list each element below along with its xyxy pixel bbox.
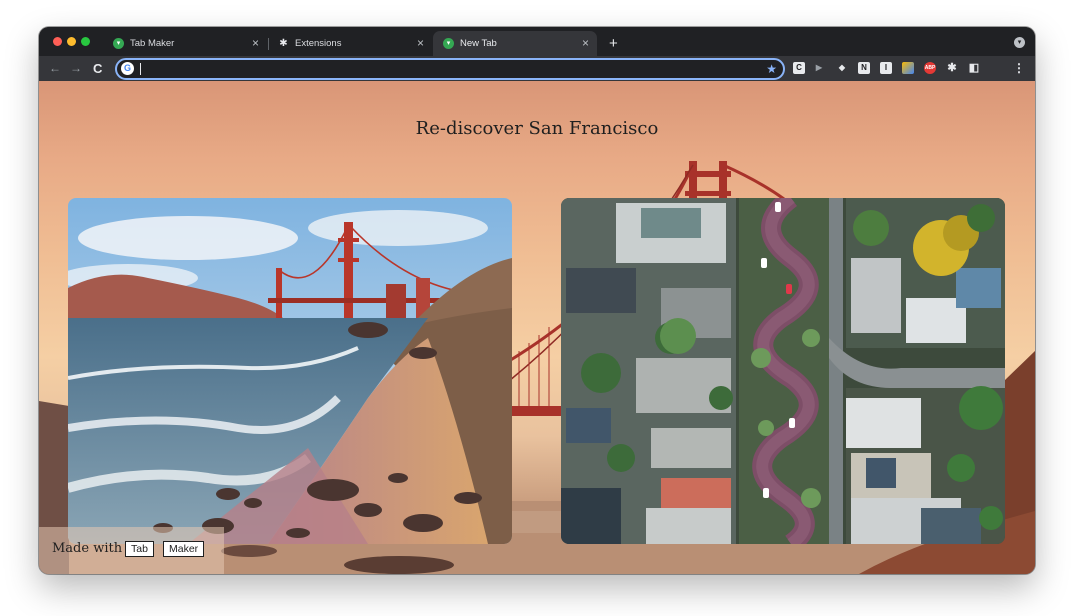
tab-close-icon[interactable]: × — [417, 31, 424, 56]
tab-title: Extensions — [295, 38, 342, 49]
reload-button[interactable]: C — [93, 56, 102, 81]
menu-icon[interactable]: ⋮ — [1013, 62, 1025, 74]
play-extension-icon[interactable]: ▶ — [813, 62, 825, 74]
credit-tab-box[interactable]: Tab — [125, 541, 154, 557]
tab-tab-maker[interactable]: ▾ Tab Maker × — [103, 31, 267, 56]
tab-title: New Tab — [460, 38, 497, 49]
adblock-extension-icon[interactable]: ABP — [924, 62, 936, 74]
sidebar-icon[interactable]: ◧ — [968, 62, 980, 74]
browser-window: ▾ Tab Maker × ✱ Extensions × ▾ New Tab ×… — [39, 27, 1035, 574]
tab-close-icon[interactable]: × — [582, 31, 589, 56]
tab-maker-icon: ▾ — [443, 38, 454, 49]
tab-extensions[interactable]: ✱ Extensions × — [268, 31, 432, 56]
credit-maker-box[interactable]: Maker — [163, 541, 205, 557]
puzzle-icon[interactable]: ✱ — [946, 62, 958, 74]
credit-prefix: Made with — [52, 541, 123, 556]
colorful-extension-icon[interactable] — [902, 62, 914, 74]
google-icon: G — [121, 62, 134, 75]
page-title: Re-discover San Francisco — [415, 118, 659, 139]
minimize-window-button[interactable] — [67, 37, 76, 46]
lombard-street-aerial-photo — [561, 198, 1005, 544]
back-button[interactable]: ← — [49, 56, 61, 81]
text-caret — [140, 63, 141, 75]
new-tab-button[interactable]: + — [609, 31, 618, 56]
bookmark-star-icon[interactable]: ★ — [766, 60, 777, 78]
puzzle-icon: ✱ — [279, 38, 288, 49]
address-bar[interactable]: G ★ — [115, 58, 785, 80]
new-tab-page: Re-discover San Francisco Made with Tab … — [39, 81, 1035, 574]
incognito-extension-icon[interactable]: ◆ — [836, 62, 848, 74]
n-extension-icon[interactable]: N — [858, 62, 870, 74]
golden-gate-beach-photo — [68, 198, 512, 544]
tab-maker-icon: ▾ — [113, 38, 124, 49]
zoom-window-button[interactable] — [81, 37, 90, 46]
made-with-credit: Made with Tab Maker — [39, 527, 224, 574]
tab-strip: ▾ Tab Maker × ✱ Extensions × ▾ New Tab ×… — [39, 27, 1035, 56]
c-extension-icon[interactable]: C — [793, 62, 805, 74]
address-input[interactable] — [139, 60, 749, 78]
forward-button[interactable]: → — [70, 56, 82, 81]
toolbar: ← → C G ★ C ▶ ◆ N I ABP ✱ ◧ ⋮ — [39, 56, 1035, 81]
tab-search-icon[interactable]: ▾ — [1014, 37, 1025, 48]
tab-title: Tab Maker — [130, 38, 175, 49]
tab-new-tab[interactable]: ▾ New Tab × — [433, 31, 597, 56]
tab-close-icon[interactable]: × — [252, 31, 259, 56]
close-window-button[interactable] — [53, 37, 62, 46]
i-extension-icon[interactable]: I — [880, 62, 892, 74]
